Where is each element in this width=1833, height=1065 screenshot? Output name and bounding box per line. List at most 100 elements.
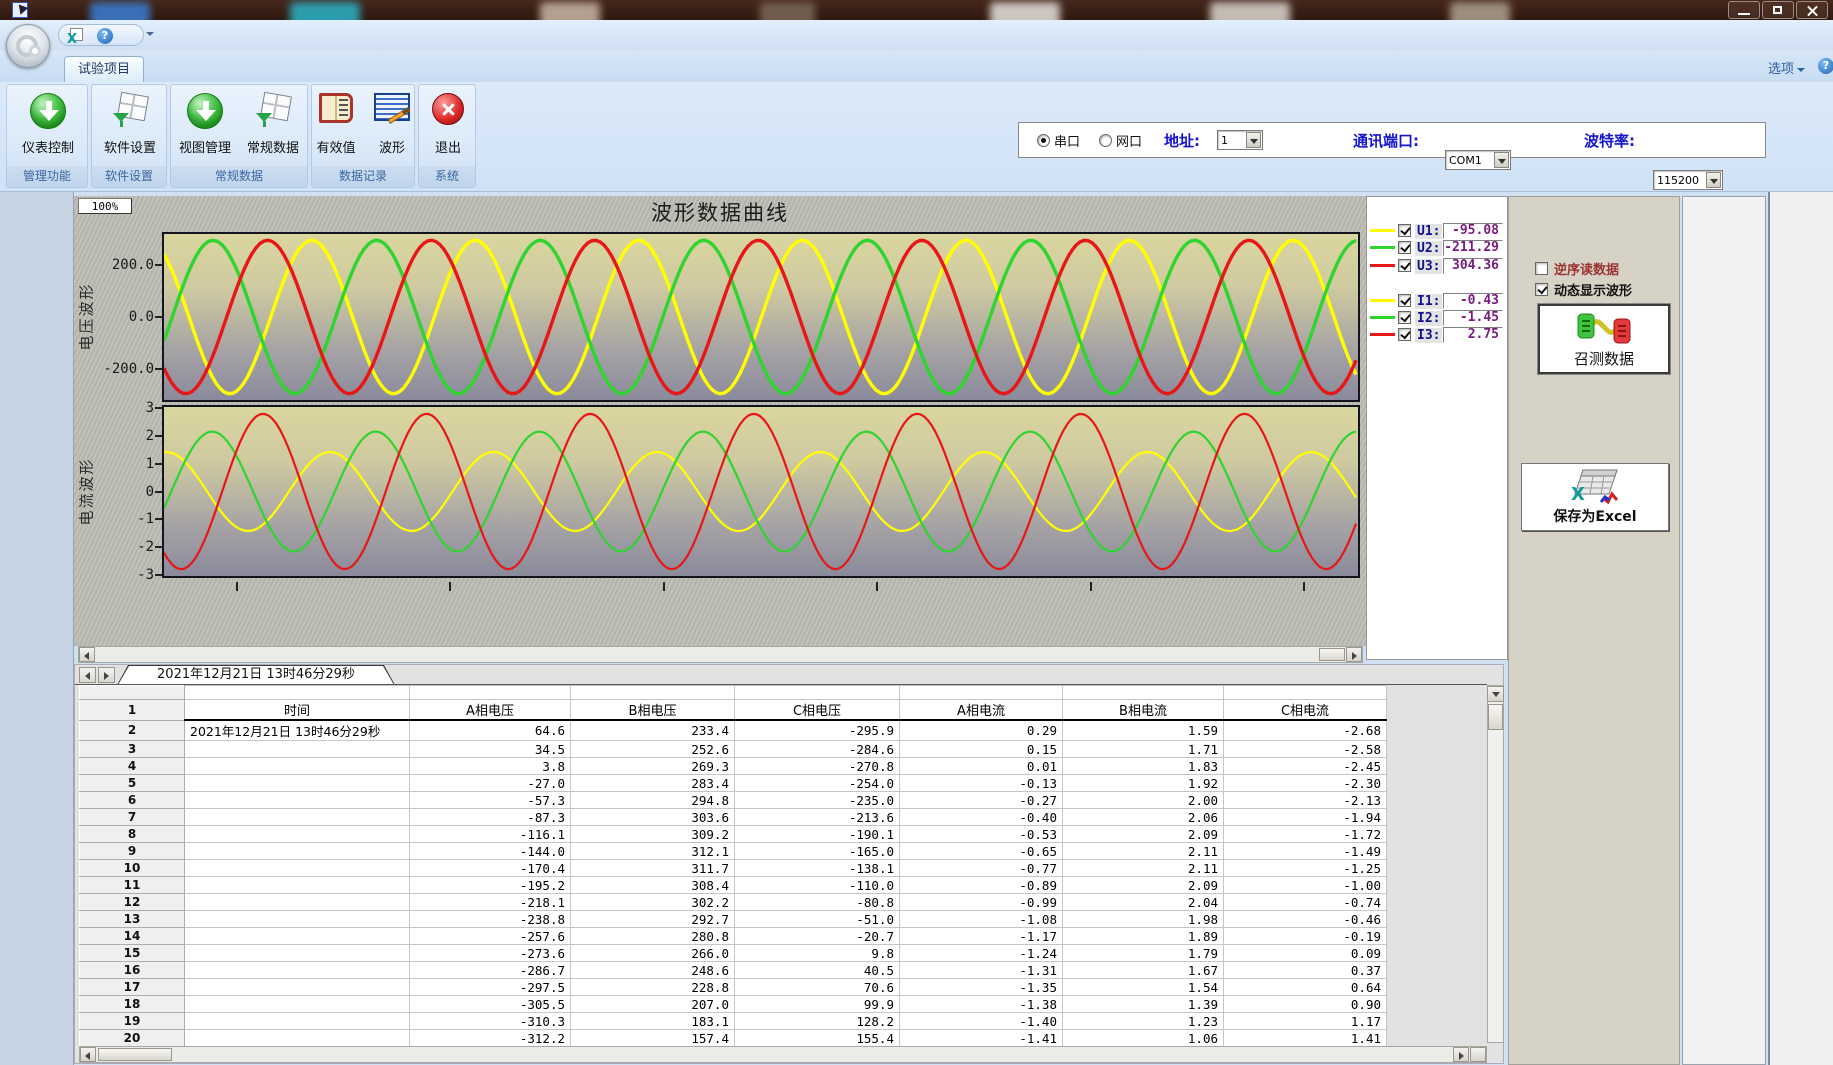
save-to-excel-button[interactable]: X 保存为Excel xyxy=(1521,463,1669,531)
sheet-prev-button[interactable] xyxy=(79,667,96,683)
tab-row xyxy=(0,50,1833,82)
y-axis-tick-mark xyxy=(155,574,162,576)
table-row: 15-273.6266.09.8-1.241.790.09 xyxy=(80,945,1387,962)
legend-row-i3: I3: 2.75 xyxy=(1367,327,1507,343)
i1-line-swatch xyxy=(1370,299,1395,302)
u1-checkbox[interactable] xyxy=(1398,224,1411,237)
scroll-right-icon[interactable] xyxy=(1453,1047,1469,1062)
y-axis-tick-label: 200.0 xyxy=(80,257,154,273)
minimize-button[interactable] xyxy=(1728,1,1760,19)
current-waveforms xyxy=(164,407,1358,576)
sheet-tab[interactable]: 2021年12月21日 13时46分29秒 xyxy=(117,665,395,685)
serial-radio[interactable]: 串口 xyxy=(1037,123,1080,157)
u2-value: -211.29 xyxy=(1443,240,1503,256)
desktop-blob xyxy=(290,2,360,20)
radio-icon[interactable] xyxy=(1037,134,1050,147)
address-label: 地址: xyxy=(1164,123,1200,157)
fetch-data-icon xyxy=(1575,310,1633,346)
scroll-corner xyxy=(1470,1047,1486,1062)
view-management-button[interactable]: 视图管理 xyxy=(173,89,237,163)
desktop-blob xyxy=(760,2,815,20)
comm-port-select[interactable]: COM1 xyxy=(1445,150,1511,170)
y-axis-tick-mark xyxy=(155,546,162,548)
waveform-chart-panel: 100% 波形数据曲线 电压波形 电流波形 200.00.0-200.0 321… xyxy=(74,196,1366,646)
table-row: 13-238.8292.7-51.0-1.081.98-0.46 xyxy=(80,911,1387,928)
u3-checkbox[interactable] xyxy=(1398,259,1411,272)
radio-icon[interactable] xyxy=(1099,134,1112,147)
application-menu-button[interactable] xyxy=(6,24,50,68)
legend-row-i1: I1: -0.43 xyxy=(1367,293,1507,309)
table-row: 6-57.3294.8-235.0-0.272.00-2.13 xyxy=(80,792,1387,809)
scroll-left-icon[interactable] xyxy=(80,1047,96,1062)
chart-h-scrollbar[interactable] xyxy=(78,646,1363,663)
options-button[interactable]: 选项 xyxy=(1768,58,1805,77)
table-h-scrollbar[interactable] xyxy=(79,1046,1487,1063)
table-row: 334.5252.6-284.60.151.71-2.58 xyxy=(80,741,1387,758)
y-axis-tick-label: 0.0 xyxy=(80,309,154,325)
dynamic-display-checkbox[interactable] xyxy=(1535,283,1548,296)
software-settings-button[interactable]: 软件设置 xyxy=(98,89,162,163)
i2-line-swatch xyxy=(1370,316,1395,319)
group-label: 管理功能 xyxy=(7,166,87,187)
x-axis-tick-mark xyxy=(449,582,451,591)
table-row xyxy=(80,686,1387,700)
u3-value: 304.36 xyxy=(1443,258,1503,274)
waveform-I1 xyxy=(164,452,1356,531)
chevron-down-icon[interactable] xyxy=(1246,132,1261,148)
comm-settings-panel: 串口 网口 地址: 1 通讯端口: COM1 波特率: 115200 xyxy=(1018,122,1766,158)
i2-checkbox[interactable] xyxy=(1398,311,1411,324)
reverse-read-option[interactable]: 逆序读数据 xyxy=(1535,259,1619,278)
net-radio[interactable]: 网口 xyxy=(1099,123,1142,157)
qat-customize-caret-icon[interactable] xyxy=(146,32,154,36)
exit-button[interactable]: 退出 xyxy=(416,89,480,163)
help-icon[interactable]: ? xyxy=(97,28,113,44)
table-v-scrollbar[interactable] xyxy=(1487,685,1504,1043)
x-axis-tick-mark xyxy=(876,582,878,591)
measurement-table: 1时间A相电压B相电压C相电压A相电流B相电流C相电流22021年12月21日 … xyxy=(79,685,1387,1047)
help-icon[interactable]: ? xyxy=(1818,58,1833,74)
regular-data-button[interactable]: 常规数据 xyxy=(241,89,305,163)
sheet-next-button[interactable] xyxy=(98,667,115,683)
address-select[interactable]: 1 xyxy=(1217,130,1263,150)
u1-value: -95.08 xyxy=(1443,223,1503,239)
fetch-data-button[interactable]: 召测数据 xyxy=(1538,304,1670,374)
baud-rate-select[interactable]: 115200 xyxy=(1653,170,1723,190)
qat-pill: X ? xyxy=(58,24,144,46)
legend-row-u3: U3: 304.36 xyxy=(1367,258,1507,274)
u1-line-swatch xyxy=(1370,229,1395,232)
y-axis-tick-label: -2 xyxy=(80,539,154,555)
i3-checkbox[interactable] xyxy=(1398,328,1411,341)
scroll-thumb[interactable] xyxy=(98,1048,172,1061)
y-axis-tick-mark xyxy=(155,435,162,437)
reverse-read-checkbox[interactable] xyxy=(1535,262,1548,275)
table-row: 7-87.3303.6-213.6-0.402.06-1.94 xyxy=(80,809,1387,826)
y-axis-tick-mark xyxy=(155,368,162,370)
y-axis-tick-mark xyxy=(155,407,162,409)
scroll-right-icon[interactable] xyxy=(1346,647,1362,662)
legend-panel: U1: -95.08 U2: -211.29 U3: 304.36 I1: -0… xyxy=(1366,196,1508,660)
chevron-down-icon[interactable] xyxy=(1494,152,1509,168)
scroll-left-icon[interactable] xyxy=(79,647,95,662)
close-button[interactable] xyxy=(1796,1,1828,19)
dynamic-display-option[interactable]: 动态显示波形 xyxy=(1535,280,1632,299)
scroll-thumb[interactable] xyxy=(1319,648,1345,661)
y-axis-tick-mark xyxy=(155,264,162,266)
excel-export-icon[interactable]: X xyxy=(67,28,83,44)
group-label: 软件设置 xyxy=(92,166,166,187)
waveform-I3 xyxy=(164,414,1356,569)
u2-checkbox[interactable] xyxy=(1398,241,1411,254)
i1-checkbox[interactable] xyxy=(1398,294,1411,307)
y-axis-tick-label: -3 xyxy=(80,567,154,583)
table-row: 18-305.5207.099.9-1.381.390.90 xyxy=(80,996,1387,1013)
tab-test-items[interactable]: 试验项目 xyxy=(64,56,144,82)
scroll-down-icon[interactable] xyxy=(1487,686,1504,702)
chevron-down-icon[interactable] xyxy=(1706,172,1721,188)
instrument-control-button[interactable]: 仪表控制 xyxy=(16,89,80,163)
data-table-panel: 2021年12月21日 13时46分29秒 1时间A相电压B相电压C相电压A相电… xyxy=(74,664,1504,1064)
restore-button[interactable] xyxy=(1762,1,1794,19)
ribbon-group-software-settings: 软件设置 软件设置 xyxy=(91,84,167,188)
effective-value-button[interactable]: 有效值 xyxy=(308,89,364,163)
scroll-thumb[interactable] xyxy=(1488,704,1503,730)
y-axis-tick-mark xyxy=(155,316,162,318)
book-icon xyxy=(319,93,353,123)
